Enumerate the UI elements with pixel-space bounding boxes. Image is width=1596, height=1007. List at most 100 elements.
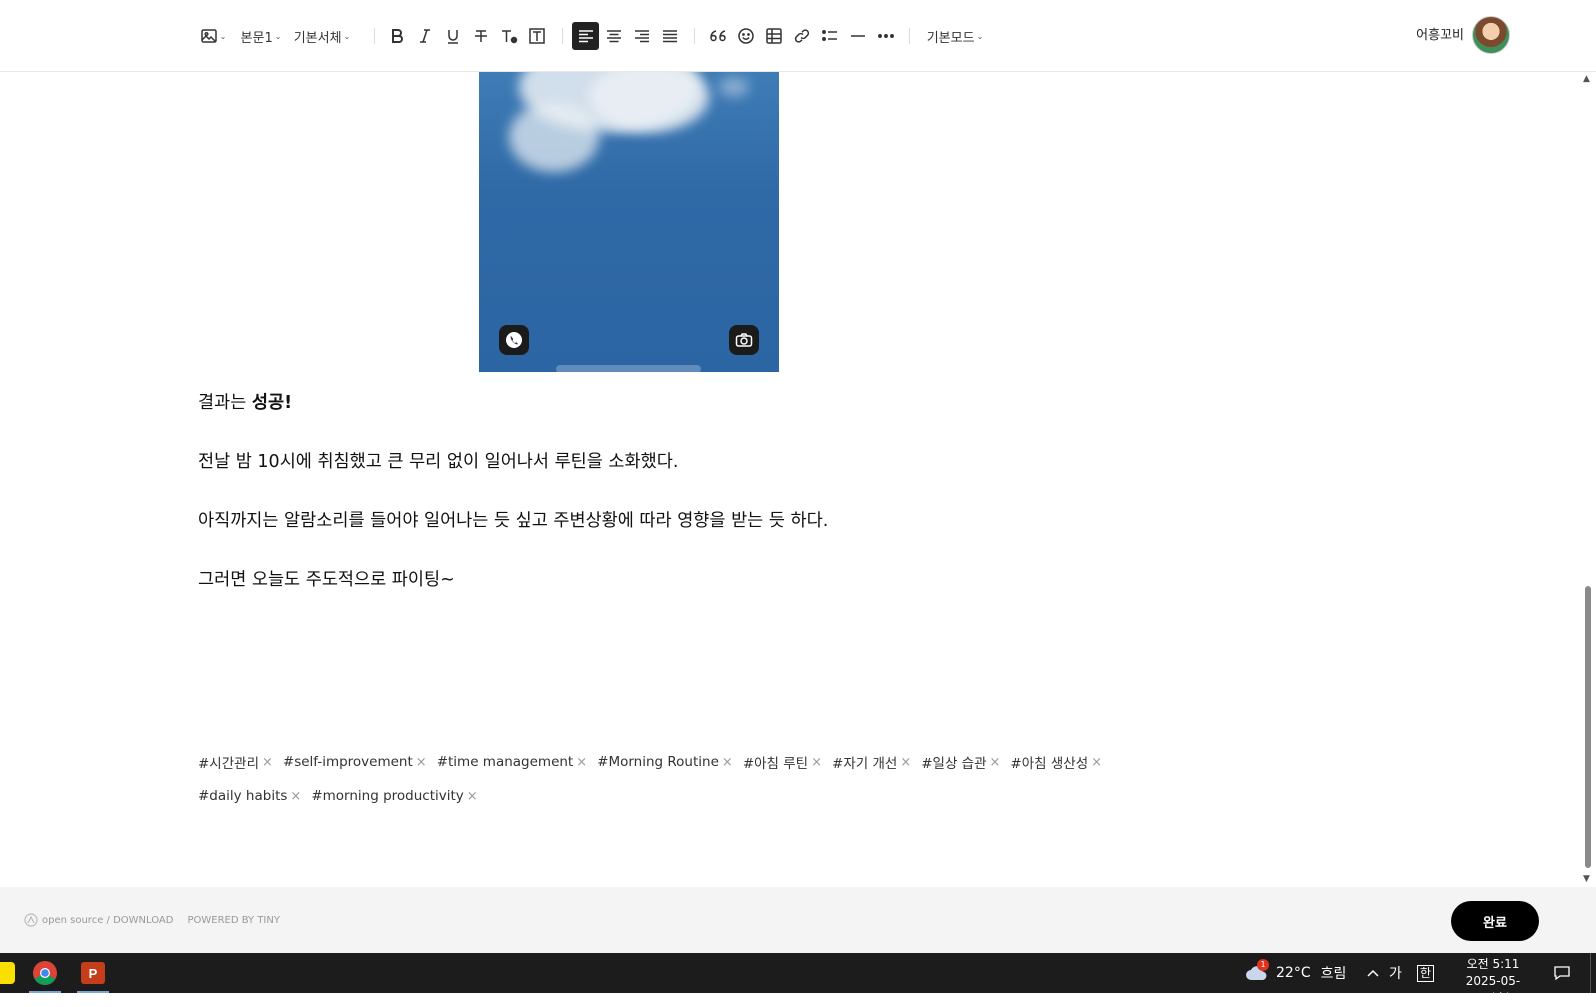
chevron-down-icon: ⌄ [219, 31, 227, 41]
opensource-link[interactable]: open source / DOWNLOAD [24, 913, 173, 927]
tag-label: #Morning Routine [597, 754, 719, 770]
photo-home-indicator [556, 365, 701, 372]
bold-icon [392, 29, 403, 43]
scroll-down-arrow-icon[interactable]: ▼ [1583, 874, 1590, 884]
camera-icon [735, 333, 753, 347]
tag-list-row2: #daily habits × #morning productivity × [198, 788, 478, 804]
close-icon[interactable]: × [990, 755, 1001, 770]
scroll-up-arrow-icon[interactable]: ▲ [1583, 74, 1590, 84]
clock-time: 오전 5:11 [1466, 957, 1520, 971]
close-icon[interactable]: × [467, 789, 478, 804]
paragraph-3: 아직까지는 알람소리를 들어야 일어나는 듯 싶고 주변상황에 따라 영향을 받… [198, 511, 829, 531]
text-background-button[interactable] [524, 22, 550, 50]
tag-item: #Morning Routine × [597, 752, 733, 772]
photo-app-button[interactable] [499, 325, 529, 355]
result-prefix: 결과는 [198, 393, 252, 413]
editor-footer: open source / DOWNLOAD POWERED BY TINY 완… [0, 887, 1596, 953]
font-family-dropdown[interactable]: 기본서체 ⌄ [293, 22, 351, 50]
toolbar-divider [694, 28, 695, 44]
sky-photo[interactable] [479, 72, 779, 372]
user-name[interactable]: 어흥꼬비 [1416, 24, 1464, 43]
quote-icon [710, 30, 726, 42]
italic-button[interactable] [412, 22, 438, 50]
ime-mode-label: 한 [1417, 964, 1435, 982]
show-desktop-button[interactable] [1590, 953, 1591, 993]
chevron-down-icon: ⌄ [976, 31, 984, 41]
close-icon[interactable]: × [576, 755, 587, 770]
align-center-button[interactable] [601, 22, 627, 50]
quote-button[interactable] [705, 22, 731, 50]
editor-content[interactable]: 결과는 성공! 전날 밤 10시에 취침했고 큰 무리 없이 일어나서 루틴을 … [0, 72, 1580, 887]
text-color-button[interactable] [496, 22, 522, 50]
emoji-button[interactable] [733, 22, 759, 50]
align-right-button[interactable] [629, 22, 655, 50]
weather-badge: 1 [1257, 959, 1269, 971]
tag-item: #self-improvement × [283, 752, 427, 772]
taskbar-app-kakaotalk[interactable] [0, 957, 24, 989]
image-icon [200, 29, 217, 43]
close-icon[interactable]: × [722, 755, 733, 770]
ime-language-button[interactable]: 가 [1389, 953, 1402, 993]
bullet-list-icon [822, 30, 837, 41]
close-icon[interactable]: × [290, 789, 301, 804]
close-icon[interactable]: × [416, 755, 427, 770]
table-button[interactable] [761, 22, 787, 50]
avatar[interactable] [1472, 16, 1510, 54]
horizontal-line-icon [851, 35, 865, 37]
footer-credits: open source / DOWNLOAD POWERED BY TINY [24, 913, 280, 927]
paragraph-2: 전날 밤 10시에 취침했고 큰 무리 없이 일어나서 루틴을 소화했다. [198, 452, 679, 472]
taskbar-app-chrome[interactable] [25, 957, 65, 993]
result-bold: 성공! [251, 393, 293, 413]
scrollbar-thumb[interactable] [1585, 586, 1591, 868]
done-button[interactable]: 완료 [1451, 901, 1539, 941]
tag-label: #일상 습관 [921, 756, 987, 772]
more-options-button[interactable] [873, 22, 899, 50]
tag-item: #자기 개선 × [832, 752, 911, 773]
opensource-label: open source / DOWNLOAD [42, 914, 174, 926]
tag-label: #time management [436, 754, 574, 770]
weather-temp: 22°C [1276, 965, 1311, 981]
tag-item: #시간관리 × [198, 752, 273, 773]
image-insert-button[interactable]: ⌄ [198, 22, 228, 50]
align-left-button[interactable] [572, 22, 599, 50]
tag-label: #self-improvement [282, 754, 413, 770]
paragraph-result: 결과는 성공! [198, 389, 292, 414]
powered-by-label[interactable]: POWERED BY TINY [187, 915, 280, 926]
tag-label: #morning productivity [311, 788, 464, 804]
chrome-icon [33, 961, 57, 986]
taskbar-clock[interactable]: 오전 5:11 2025-05-21(수) [1448, 956, 1538, 1007]
horizontal-rule-button[interactable] [845, 22, 871, 50]
link-button[interactable] [789, 22, 815, 50]
taskbar-app-powerpoint[interactable]: P [73, 957, 113, 993]
photo-camera-button[interactable] [729, 325, 759, 355]
editor-mode-dropdown[interactable]: 기본모드 ⌄ [926, 22, 984, 50]
tag-label: #자기 개선 [832, 756, 898, 772]
underline-button[interactable] [440, 22, 466, 50]
notification-center-button[interactable] [1553, 953, 1571, 993]
kakaotalk-icon [0, 962, 15, 984]
close-icon[interactable]: × [900, 755, 911, 770]
clock-date: 2025-05-21(수) [1465, 974, 1521, 1005]
bullet-list-button[interactable] [817, 22, 843, 50]
close-icon[interactable]: × [1091, 755, 1102, 770]
bold-button[interactable] [384, 22, 410, 50]
close-icon[interactable]: × [811, 755, 822, 770]
tag-label: #아침 루틴 [742, 756, 809, 772]
weather-widget[interactable]: 1 22°C 흐림 [1244, 953, 1346, 993]
windows-taskbar: P 1 22°C 흐림 가 한 오전 5:11 2025-05-21(수) [0, 953, 1596, 1005]
align-justify-button[interactable] [657, 22, 683, 50]
close-icon[interactable]: × [262, 755, 273, 770]
text-background-icon [529, 28, 545, 44]
toolbar-divider [562, 28, 563, 44]
ime-mode-button[interactable]: 한 [1417, 953, 1435, 993]
weather-desc: 흐림 [1320, 966, 1347, 982]
align-justify-icon [663, 30, 677, 43]
vertical-scrollbar[interactable]: ▲ ▼ [1580, 72, 1596, 887]
paragraph-4: 그러면 오늘도 주도적으로 파이팅~ [198, 570, 455, 590]
tag-list-row1: #시간관리 × #self-improvement × #time manageme… [198, 752, 1102, 772]
paragraph-style-dropdown[interactable]: 본문1 ⌄ [240, 22, 282, 50]
editor-mode-label: 기본모드 [926, 30, 975, 46]
strikethrough-button[interactable] [468, 22, 494, 50]
tag-item: #daily habits × [198, 788, 301, 804]
tray-overflow-button[interactable] [1366, 953, 1380, 993]
